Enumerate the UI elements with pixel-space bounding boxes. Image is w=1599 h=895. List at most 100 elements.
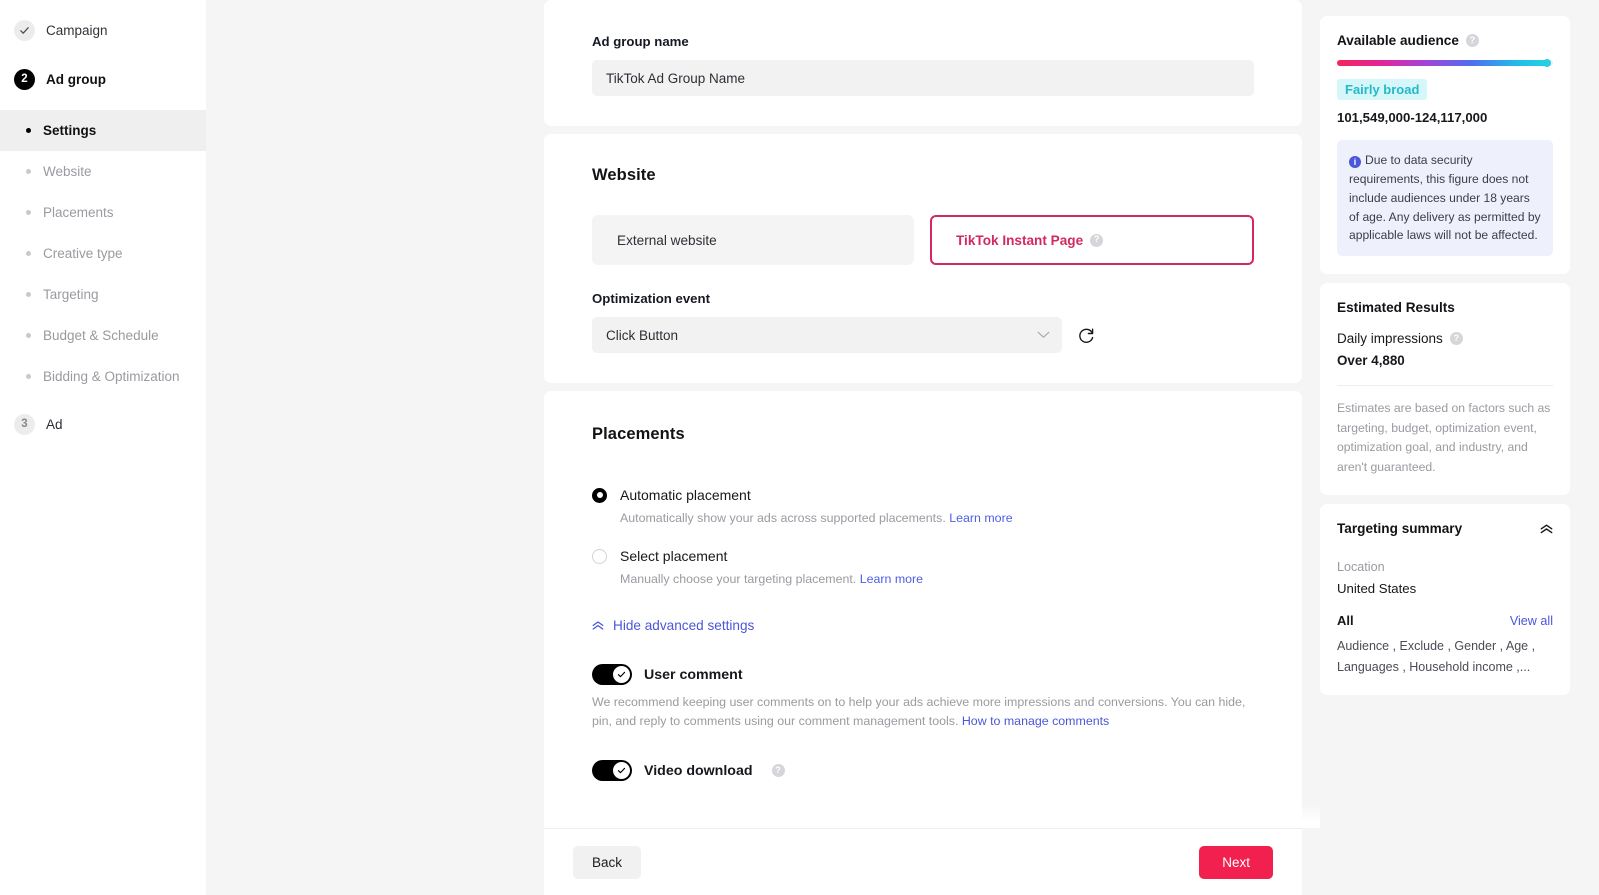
sidebar-item-label-settings: Settings xyxy=(43,123,96,138)
campaign-step-check-icon xyxy=(14,20,35,41)
sidebar-item-bidding-optimization[interactable]: Bidding & Optimization xyxy=(0,356,206,397)
help-icon[interactable]: ? xyxy=(772,764,785,777)
learn-more-link-automatic[interactable]: Learn more xyxy=(949,511,1012,525)
website-section-title: Website xyxy=(592,166,1254,185)
audience-breadth-gauge xyxy=(1337,60,1553,66)
available-audience-title-row: Available audience ? xyxy=(1337,33,1553,48)
sidebar-item-label-website: Website xyxy=(43,164,92,179)
available-audience-card: Available audience ? Fairly broad 101,54… xyxy=(1320,16,1570,274)
chevron-double-up-icon xyxy=(592,621,604,630)
bullet-icon xyxy=(26,169,31,174)
gauge-gradient-fill xyxy=(1337,60,1547,66)
advanced-setting-label-video-download: Video download xyxy=(644,763,753,779)
sidebar-item-creative-type[interactable]: Creative type xyxy=(0,233,206,274)
optimization-event-value: Click Button xyxy=(606,328,678,343)
toggle-knob-check-icon xyxy=(613,762,630,779)
available-audience-title: Available audience xyxy=(1337,33,1459,48)
gauge-marker xyxy=(1543,59,1551,67)
audience-notice-text: Due to data security requirements, this … xyxy=(1349,153,1541,242)
advanced-setting-help-user-comment: We recommend keeping user comments on to… xyxy=(592,693,1254,731)
ad-group-name-label: Ad group name xyxy=(592,34,1254,49)
placement-help-text-automatic: Automatically show your ads across suppo… xyxy=(620,511,946,525)
toggle-video-download[interactable] xyxy=(592,760,632,781)
website-card: Website External website TikTok Instant … xyxy=(544,134,1302,383)
estimated-results-title: Estimated Results xyxy=(1337,300,1553,315)
main-content: Ad group name TikTok Ad Group Name Websi… xyxy=(206,0,1320,895)
website-type-options: External website TikTok Instant Page ? xyxy=(592,215,1254,265)
placement-option-label-select: Select placement xyxy=(620,548,727,564)
chevron-down-icon xyxy=(1037,331,1050,339)
daily-impressions-row: Daily impressions ? xyxy=(1337,331,1553,346)
website-option-external-website[interactable]: External website xyxy=(592,215,914,265)
estimates-disclaimer: Estimates are based on factors such as t… xyxy=(1337,399,1553,477)
sidebar-step-ad[interactable]: 3 Ad xyxy=(0,403,206,445)
sidebar-item-label-budget-schedule: Budget & Schedule xyxy=(43,328,159,343)
audience-data-security-notice: iDue to data security requirements, this… xyxy=(1337,140,1553,256)
wizard-footer: Back Next xyxy=(544,828,1302,895)
refresh-icon[interactable] xyxy=(1076,325,1096,345)
sidebar-step-label-ad-group: Ad group xyxy=(46,72,106,87)
targeting-location-value: United States xyxy=(1337,581,1553,596)
sidebar-item-placements[interactable]: Placements xyxy=(0,192,206,233)
info-icon: i xyxy=(1349,156,1361,168)
bullet-icon xyxy=(26,128,31,133)
optimization-event-select[interactable]: Click Button xyxy=(592,317,1062,353)
targeting-all-value: Audience , Exclude , Gender , Age , Lang… xyxy=(1337,636,1553,677)
sidebar-item-label-bidding-optimization: Bidding & Optimization xyxy=(43,369,180,384)
radio-automatic-placement[interactable] xyxy=(592,488,607,503)
targeting-summary-header: Targeting summary xyxy=(1337,521,1553,536)
targeting-location-label: Location xyxy=(1337,560,1553,574)
ad-group-name-card: Ad group name TikTok Ad Group Name xyxy=(544,0,1302,126)
targeting-all-label: All xyxy=(1337,613,1354,628)
sidebar-item-targeting[interactable]: Targeting xyxy=(0,274,206,315)
placement-option-select[interactable]: Select placement Manually choose your ta… xyxy=(592,548,1254,586)
optimization-event-row: Click Button xyxy=(592,317,1254,353)
ad-group-step-number: 2 xyxy=(14,69,35,90)
toggle-knob-check-icon xyxy=(613,666,630,683)
divider xyxy=(1337,385,1553,386)
bullet-icon xyxy=(26,292,31,297)
placement-option-automatic[interactable]: Automatic placement Automatically show y… xyxy=(592,487,1254,525)
sidebar-step-label-campaign: Campaign xyxy=(46,23,108,38)
view-all-link[interactable]: View all xyxy=(1510,614,1553,628)
targeting-summary-title: Targeting summary xyxy=(1337,521,1462,536)
bullet-icon xyxy=(26,333,31,338)
radio-select-placement[interactable] xyxy=(592,549,607,564)
advanced-setting-label-user-comment: User comment xyxy=(644,667,743,683)
sidebar-item-label-placements: Placements xyxy=(43,205,114,220)
placement-help-text-select: Manually choose your targeting placement… xyxy=(620,572,856,586)
toggle-user-comment[interactable] xyxy=(592,664,632,685)
sidebar-item-budget-schedule[interactable]: Budget & Schedule xyxy=(0,315,206,356)
website-option-tiktok-instant-page[interactable]: TikTok Instant Page ? xyxy=(930,215,1254,265)
sidebar-item-website[interactable]: Website xyxy=(0,151,206,192)
daily-impressions-value: Over 4,880 xyxy=(1337,353,1553,368)
targeting-all-header: All View all xyxy=(1337,613,1553,628)
sidebar-item-label-creative-type: Creative type xyxy=(43,246,123,261)
help-icon[interactable]: ? xyxy=(1466,34,1479,47)
help-icon[interactable]: ? xyxy=(1450,332,1463,345)
how-to-manage-comments-link[interactable]: How to manage comments xyxy=(962,714,1109,728)
audience-breadth-badge: Fairly broad xyxy=(1337,79,1427,100)
back-button[interactable]: Back xyxy=(573,846,641,879)
campaign-wizard-sidebar: Campaign 2 Ad group Settings Website Pla… xyxy=(0,0,206,895)
optimization-event-label: Optimization event xyxy=(592,291,1254,306)
sidebar-step-campaign[interactable]: Campaign xyxy=(0,9,206,51)
ad-group-settings-page: Campaign 2 Ad group Settings Website Pla… xyxy=(0,0,1599,895)
learn-more-link-select[interactable]: Learn more xyxy=(860,572,923,586)
sidebar-step-ad-group[interactable]: 2 Ad group xyxy=(0,58,206,100)
placements-card: Placements Automatic placement Automatic… xyxy=(544,391,1302,821)
hide-advanced-settings-toggle[interactable]: Hide advanced settings xyxy=(592,618,1254,633)
placement-option-label-automatic: Automatic placement xyxy=(620,487,751,503)
targeting-summary-card: Targeting summary Location United States… xyxy=(1320,504,1570,695)
placement-help-automatic: Automatically show your ads across suppo… xyxy=(620,511,1254,525)
website-option-label-external: External website xyxy=(617,233,717,248)
collapse-chevron-double-up-icon[interactable] xyxy=(1540,524,1553,534)
next-button[interactable]: Next xyxy=(1199,846,1273,879)
summary-rail: Available audience ? Fairly broad 101,54… xyxy=(1320,0,1599,895)
estimated-results-card: Estimated Results Daily impressions ? Ov… xyxy=(1320,283,1570,495)
placement-help-select: Manually choose your targeting placement… xyxy=(620,572,1254,586)
help-icon[interactable]: ? xyxy=(1090,234,1103,247)
sidebar-item-settings[interactable]: Settings xyxy=(0,110,206,151)
ad-group-name-input[interactable]: TikTok Ad Group Name xyxy=(592,60,1254,96)
placements-section-title: Placements xyxy=(592,425,1254,444)
